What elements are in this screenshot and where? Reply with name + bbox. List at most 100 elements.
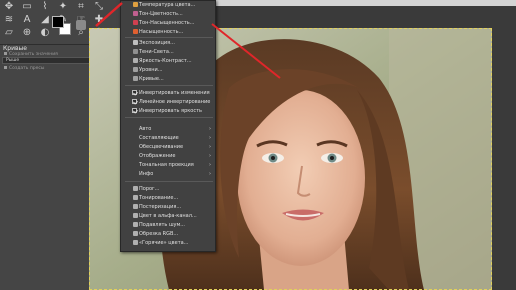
menu-item[interactable]: Тонирование... <box>121 194 217 202</box>
color-tool-icon <box>133 186 138 191</box>
menu-item-label: Авто <box>139 126 152 132</box>
menu-item-label: «Горячие» цвета... <box>139 240 189 246</box>
color-tool-icon <box>133 20 138 25</box>
color-tool-icon <box>133 29 138 34</box>
menu-item-label: Уровни... <box>139 67 163 73</box>
checkbox-checked-icon[interactable] <box>132 99 137 104</box>
color-tool-icon <box>133 2 138 7</box>
menu-item-label: Тон-Насыщенность... <box>139 20 195 26</box>
left-pupil <box>271 156 275 160</box>
menu-item[interactable]: Линейное инвертирование <box>121 98 217 106</box>
menu-item-label: Порог... <box>139 186 160 192</box>
menu-item-label: Инвертировать яркость <box>139 108 202 114</box>
preset-select-value: Рыше <box>6 58 20 63</box>
color-tool-icon <box>133 58 138 63</box>
submenu-arrow-icon: › <box>209 135 211 141</box>
menu-item-label: Насыщенность... <box>139 29 184 35</box>
text-tool-icon[interactable]: A <box>20 13 34 26</box>
create-presets-label: Создать пресы <box>9 66 45 71</box>
menu-item[interactable]: Тон-Насыщенность... <box>121 19 217 27</box>
menu-item[interactable]: Обрезка RGB... <box>121 230 217 238</box>
heal-tool-icon[interactable]: ✚ <box>92 13 106 26</box>
checkbox-checked-icon[interactable] <box>132 108 137 113</box>
menu-item[interactable]: Кривые... <box>121 75 217 83</box>
menu-item-label: Тон-Цветность... <box>139 11 183 17</box>
menu-item[interactable]: Экспозиция... <box>121 39 217 47</box>
submenu-arrow-icon: › <box>209 144 211 150</box>
submenu-arrow-icon: › <box>209 153 211 159</box>
save-values-icon <box>4 52 7 55</box>
menu-separator <box>125 85 213 86</box>
menu-item[interactable]: «Горячие» цвета... <box>121 239 217 247</box>
menu-separator <box>125 37 213 38</box>
menu-item[interactable]: Тон-Цветность... <box>121 10 217 18</box>
submenu-arrow-icon: › <box>209 171 211 177</box>
color-tool-icon <box>133 240 138 245</box>
menu-item-label: Инфо <box>139 171 154 177</box>
menu-item-label: Составляющие <box>139 135 179 141</box>
menu-item-label: Яркость-Контраст... <box>139 58 192 64</box>
menu-item[interactable]: Тени-Света... <box>121 48 217 56</box>
menu-item-label: Отображение <box>139 153 176 159</box>
foreground-color-swatch[interactable] <box>52 16 64 28</box>
free-select-tool-icon[interactable]: ⌇ <box>38 0 52 13</box>
menu-item-label: Тональная проекция <box>139 162 194 168</box>
submenu-arrow-icon: › <box>209 126 211 132</box>
menu-item-label: Температура цвета... <box>139 2 196 8</box>
menu-item[interactable]: Цвет в альфа-канал... <box>121 212 217 220</box>
menu-item-label: Инвертировать изменения <box>139 90 210 96</box>
dodge-tool-icon[interactable]: ◐ <box>38 26 52 39</box>
create-presets-option[interactable]: Создать пресы <box>4 66 44 71</box>
menu-item[interactable]: Насыщенность... <box>121 28 217 36</box>
dock-title: Кривые <box>3 45 27 52</box>
menu-item-label: Подавлять шум... <box>139 222 186 228</box>
color-tool-icon <box>133 49 138 54</box>
menu-item-label: Кривые... <box>139 76 164 82</box>
fuzzy-select-tool-icon[interactable]: ✦ <box>56 0 70 13</box>
menu-item[interactable]: Уровни... <box>121 66 217 74</box>
menu-item[interactable]: Инфо › <box>121 170 217 178</box>
right-pupil <box>330 156 334 160</box>
menu-item[interactable]: Температура цвета... <box>121 1 217 9</box>
menu-separator <box>125 117 213 118</box>
menu-item[interactable]: Составляющие › <box>121 134 217 142</box>
color-tool-icon <box>133 11 138 16</box>
color-tool-icon <box>133 40 138 45</box>
color-tool-icon <box>133 222 138 227</box>
move-tool-icon[interactable]: ✥ <box>2 0 16 13</box>
menu-item-label: Цвет в альфа-канал... <box>139 213 197 219</box>
eraser-tool-icon[interactable]: ▱ <box>2 26 16 39</box>
brush-preview-icon[interactable] <box>76 20 86 30</box>
color-tool-icon <box>133 231 138 236</box>
rect-select-tool-icon[interactable]: ▭ <box>20 0 34 13</box>
menu-item-label: Постеризация... <box>139 204 182 210</box>
menu-item[interactable]: Инвертировать изменения <box>121 89 217 97</box>
menu-item-label: Обесцвечивание <box>139 144 184 150</box>
menu-item-label: Тени-Света... <box>139 49 174 55</box>
color-swatches[interactable] <box>52 16 74 38</box>
clone-tool-icon[interactable]: ⊕ <box>20 26 34 39</box>
menu-item[interactable]: Постеризация... <box>121 203 217 211</box>
menu-item[interactable]: Порог... <box>121 185 217 193</box>
warp-tool-icon[interactable]: ≋ <box>2 13 16 26</box>
color-tool-icon <box>133 67 138 72</box>
submenu-arrow-icon: › <box>209 162 211 168</box>
menu-item[interactable]: Яркость-Контраст... <box>121 57 217 65</box>
color-tool-icon <box>133 213 138 218</box>
menu-item[interactable]: Подавлять шум... <box>121 221 217 229</box>
menu-item-label: Экспозиция... <box>139 40 175 46</box>
crop-tool-icon[interactable]: ⌗ <box>74 0 88 13</box>
bucket-fill-tool-icon[interactable]: ◢ <box>38 13 52 26</box>
menu-item[interactable]: Инвертировать яркость <box>121 107 217 115</box>
menu-item[interactable]: Отображение › <box>121 152 217 160</box>
checkbox-checked-icon[interactable] <box>132 90 137 95</box>
colors-menu[interactable]: Температура цвета... Тон-Цветность... Тон-… <box>120 0 216 252</box>
menu-separator <box>125 181 213 182</box>
menu-item[interactable]: Авто › <box>121 125 217 133</box>
transform-tool-icon[interactable]: ⤡ <box>92 0 106 13</box>
color-tool-icon <box>133 76 138 81</box>
menu-item[interactable]: Обесцвечивание › <box>121 143 217 151</box>
color-tool-icon <box>133 204 138 209</box>
color-tool-icon <box>133 195 138 200</box>
menu-item[interactable]: Тональная проекция › <box>121 161 217 169</box>
